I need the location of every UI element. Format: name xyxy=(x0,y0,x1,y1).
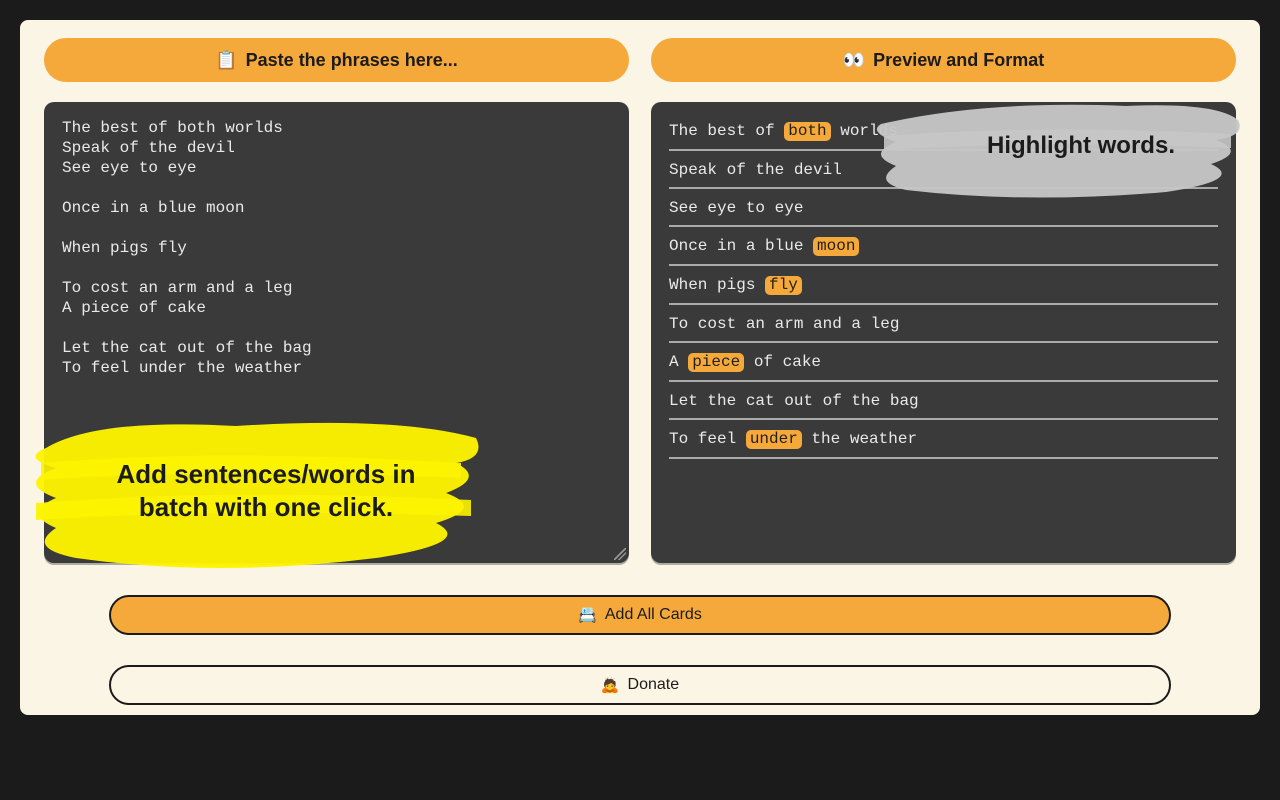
preview-header-label: Preview and Format xyxy=(873,50,1044,71)
preview-list[interactable]: The best of both worldsSpeak of the devi… xyxy=(651,102,1236,473)
phrases-textarea[interactable] xyxy=(44,102,629,563)
app-card: 📋 Paste the phrases here... Add sentence… xyxy=(20,20,1260,715)
preview-row[interactable]: The best of both worlds xyxy=(669,112,1218,151)
preview-row[interactable]: Let the cat out of the bag xyxy=(669,382,1218,420)
preview-row[interactable]: Once in a blue moon xyxy=(669,227,1218,266)
highlighted-word[interactable]: both xyxy=(784,122,830,141)
donate-icon: 🙇 xyxy=(601,676,620,694)
preview-panel: The best of both worldsSpeak of the devi… xyxy=(651,102,1236,563)
highlighted-word[interactable]: moon xyxy=(813,237,859,256)
preview-column: 👀 Preview and Format The best of both wo… xyxy=(651,38,1236,563)
add-all-cards-button[interactable]: 📇 Add All Cards xyxy=(109,595,1171,635)
eyes-icon: 👀 xyxy=(843,50,865,71)
donate-label: Donate xyxy=(628,676,680,694)
donate-button[interactable]: 🙇 Donate xyxy=(109,665,1171,705)
input-header: 📋 Paste the phrases here... xyxy=(44,38,629,82)
highlighted-word[interactable]: fly xyxy=(765,276,802,295)
input-column: 📋 Paste the phrases here... Add sentence… xyxy=(44,38,629,563)
preview-row[interactable]: Speak of the devil xyxy=(669,151,1218,189)
preview-row[interactable]: To cost an arm and a leg xyxy=(669,305,1218,343)
add-all-cards-label: Add All Cards xyxy=(605,606,702,624)
highlighted-word[interactable]: under xyxy=(746,430,802,449)
two-column-layout: 📋 Paste the phrases here... Add sentence… xyxy=(44,38,1236,563)
button-row: 📇 Add All Cards 🙇 Donate xyxy=(44,595,1236,705)
clipboard-icon: 📋 xyxy=(215,50,237,71)
cards-icon: 📇 xyxy=(578,606,597,624)
input-header-label: Paste the phrases here... xyxy=(246,50,458,71)
preview-row[interactable]: To feel under the weather xyxy=(669,420,1218,459)
preview-row[interactable]: When pigs fly xyxy=(669,266,1218,305)
input-panel xyxy=(44,102,629,563)
preview-row[interactable]: A piece of cake xyxy=(669,343,1218,382)
highlighted-word[interactable]: piece xyxy=(688,353,744,372)
preview-row[interactable]: See eye to eye xyxy=(669,189,1218,227)
preview-header: 👀 Preview and Format xyxy=(651,38,1236,82)
